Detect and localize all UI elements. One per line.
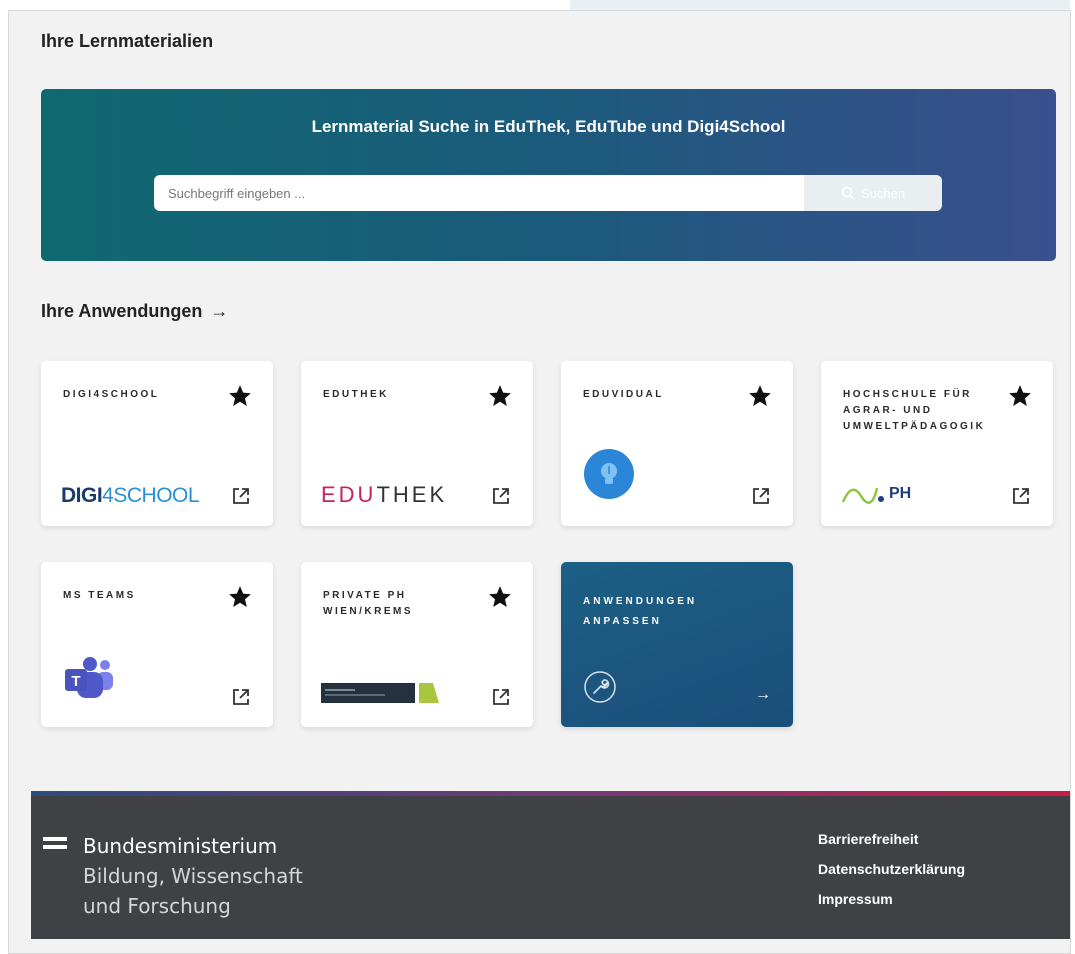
app-tile-label: DIGI4SCHOOL xyxy=(63,389,160,400)
search-hero: Lernmaterial Suche in EduThek, EduTube u… xyxy=(41,89,1056,261)
app-tile-hochschule-agrar-umwelt[interactable]: HOCHSCHULE FÜR AGRAR- UND UMWELTPÄDAGOGI… xyxy=(821,361,1053,526)
app-tile-eduvidual[interactable]: EDUVIDUAL xyxy=(561,361,793,526)
star-icon[interactable] xyxy=(1007,383,1033,409)
app-tile-label: EDUVIDUAL xyxy=(583,389,664,400)
digi4school-logo: DIGI4SCHOOL xyxy=(61,484,200,507)
external-link-icon[interactable] xyxy=(751,486,771,506)
arrow-right-icon: → xyxy=(755,686,771,703)
ministry-line-2: Bildung, Wissenschaft xyxy=(83,864,303,888)
eduvidual-lightbulb-icon xyxy=(584,449,634,499)
learning-section-title: Ihre Lernmaterialien xyxy=(41,31,214,51)
app-tile-label: EDUTHEK xyxy=(323,389,389,400)
star-icon[interactable] xyxy=(487,383,513,409)
star-icon[interactable] xyxy=(487,584,513,610)
wrench-icon xyxy=(584,671,616,703)
star-icon[interactable] xyxy=(227,584,253,610)
page-frame: Ihre Lernmaterialien Lernmaterial Suche … xyxy=(8,10,1071,954)
search-bar: Suchen xyxy=(154,175,942,211)
search-icon xyxy=(841,186,855,200)
footer-links: Barrierefreiheit Datenschutzerklärung Im… xyxy=(818,831,965,907)
ph-wien-krems-logo xyxy=(321,683,439,703)
apps-title-text: Ihre Anwendungen xyxy=(41,301,203,321)
external-link-icon[interactable] xyxy=(231,687,251,707)
ministry-line-1: Bundesministerium xyxy=(83,834,278,858)
top-strip xyxy=(570,0,1070,10)
apps-section-title[interactable]: Ihre Anwendungen → xyxy=(41,301,228,322)
app-tile-digi4school[interactable]: DIGI4SCHOOL DIGI4SCHOOL xyxy=(41,361,273,526)
search-button[interactable]: Suchen xyxy=(804,175,942,211)
app-tile-label: MS TEAMS xyxy=(63,590,136,601)
search-button-label: Suchen xyxy=(860,185,906,201)
external-link-icon[interactable] xyxy=(1011,486,1031,506)
app-tile-eduthek[interactable]: EDUTHEK EDUTHEK xyxy=(301,361,533,526)
star-icon[interactable] xyxy=(747,383,773,409)
ph-wave-icon xyxy=(841,487,884,504)
customize-apps-tile[interactable]: ANWENDUNGEN ANPASSEN → xyxy=(561,562,793,727)
footer-accent-bar xyxy=(31,791,1070,796)
external-link-icon[interactable] xyxy=(231,486,251,506)
search-input[interactable] xyxy=(154,175,804,211)
app-tile-label: PRIVATE PH WIEN/KREMS xyxy=(323,590,413,617)
ministry-line-3: und Forschung xyxy=(83,894,231,918)
external-link-icon[interactable] xyxy=(491,687,511,707)
external-link-icon[interactable] xyxy=(491,486,511,506)
customize-apps-label: ANWENDUNGEN ANPASSEN xyxy=(583,596,698,627)
hero-title: Lernmaterial Suche in EduThek, EduTube u… xyxy=(311,117,786,136)
footer-link-imprint[interactable]: Impressum xyxy=(818,891,965,907)
ph-logo: PH xyxy=(841,482,911,506)
footer-link-privacy[interactable]: Datenschutzerklärung xyxy=(818,861,965,877)
footer: Bundesministerium Bildung, Wissenschaft … xyxy=(31,791,1070,939)
footer-link-accessibility[interactable]: Barrierefreiheit xyxy=(818,831,965,847)
app-tile-ms-teams[interactable]: MS TEAMS T xyxy=(41,562,273,727)
ms-teams-icon: T xyxy=(65,657,113,698)
arrow-right-icon: → xyxy=(210,301,229,321)
app-tile-private-ph-wien-krems[interactable]: PRIVATE PH WIEN/KREMS xyxy=(301,562,533,727)
ministry-logo-icon xyxy=(43,837,67,849)
ministry-name: Bundesministerium Bildung, Wissenschaft … xyxy=(83,831,303,921)
eduthek-logo: EDUTHEK xyxy=(321,482,448,507)
app-tile-label: HOCHSCHULE FÜR AGRAR- UND UMWELTPÄDAGOGI… xyxy=(843,389,986,432)
svg-text:T: T xyxy=(71,673,80,690)
star-icon[interactable] xyxy=(227,383,253,409)
